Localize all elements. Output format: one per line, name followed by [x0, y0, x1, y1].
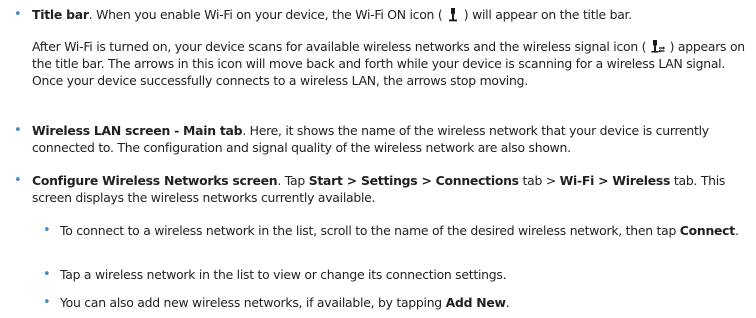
sub-item-tap-network: • Tap a wireless network in the list to … [43, 266, 750, 283]
list-item-title-bar: • Title bar. When you enable Wi-Fi on yo… [14, 6, 750, 23]
configure-text-1: . Tap [277, 173, 309, 188]
configure-path-1: Start > Settings > Connections [308, 173, 519, 188]
scan-paragraph: After Wi-Fi is turned on, your device sc… [32, 38, 750, 89]
bullet: • [43, 223, 51, 238]
title-bar-text-before: . When you enable Wi-Fi on your device, … [88, 7, 447, 22]
title-bar-text-after: ) will appear on the title bar. [460, 7, 632, 22]
bullet: • [14, 123, 22, 138]
scan-text-before: After Wi-Fi is turned on, your device sc… [32, 39, 650, 54]
add-new-text-before: You can also add new wireless networks, … [60, 295, 446, 310]
bullet: • [43, 295, 51, 310]
configure-path-2: Wi-Fi > Wireless [559, 173, 671, 188]
tap-network-text: Tap a wireless network in the list to vi… [60, 267, 507, 282]
wifi-on-icon [446, 7, 460, 22]
list-item-configure-wireless: • Configure Wireless Networks screen. Ta… [14, 172, 750, 206]
list-item-wireless-lan: • Wireless LAN screen - Main tab. Here, … [14, 122, 750, 156]
connect-text-before: To connect to a wireless network in the … [60, 223, 680, 238]
connect-text-after: . [734, 223, 739, 238]
term-title-bar: Title bar [32, 7, 89, 22]
term-configure-wireless: Configure Wireless Networks screen [32, 173, 278, 188]
add-new-bold: Add New [445, 295, 506, 310]
sub-item-connect: • To connect to a wireless network in th… [43, 222, 750, 239]
bullet: • [14, 7, 22, 22]
sub-item-add-new: • You can also add new wireless networks… [43, 294, 750, 311]
term-wireless-lan: Wireless LAN screen - Main tab [32, 123, 243, 138]
bullet: • [14, 173, 22, 188]
connect-bold: Connect [679, 223, 735, 238]
wireless-signal-icon [650, 39, 666, 54]
add-new-text-after: . [505, 295, 510, 310]
document-page: • Title bar. When you enable Wi-Fi on yo… [0, 0, 756, 318]
bullet: • [43, 267, 51, 282]
configure-text-2: tab > [518, 173, 560, 188]
